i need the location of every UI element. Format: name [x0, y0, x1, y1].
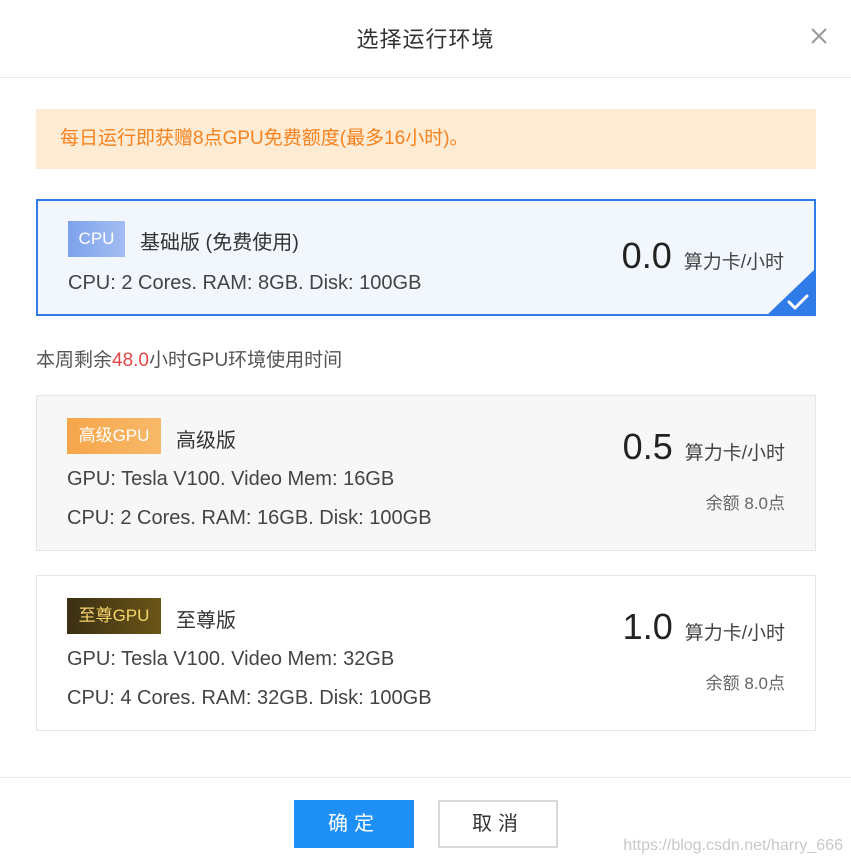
remaining-hours: 48.0: [112, 350, 149, 371]
price-unit: 算力卡/小时: [684, 623, 785, 644]
checkmark-icon: [767, 269, 815, 315]
price: 0.0 算力卡/小时: [622, 235, 784, 277]
spec-line: CPU: 2 Cores. RAM: 16GB. Disk: 100GB: [67, 507, 432, 529]
spec-line: GPU: Tesla V100. Video Mem: 16GB: [67, 468, 395, 490]
badge-cpu: CPU: [68, 221, 125, 257]
close-icon[interactable]: [807, 24, 831, 48]
badge-supreme-gpu: 至尊GPU: [67, 598, 161, 634]
price: 1.0 算力卡/小时: [623, 606, 785, 648]
badge-advanced-gpu: 高级GPU: [67, 418, 161, 454]
price-value: 1.0: [622, 606, 673, 647]
balance-text: 余额 8.0点: [705, 494, 785, 513]
price: 0.5 算力卡/小时: [623, 426, 785, 468]
price-value: 0.5: [622, 426, 673, 467]
option-gpu-advanced[interactable]: 高级GPU 高级版 GPU: Tesla V100. Video Mem: 16…: [36, 395, 816, 551]
price-value: 0.0: [621, 235, 672, 276]
free-quota-notice: 每日运行即获赠8点GPU免费额度(最多16小时)。: [36, 109, 816, 169]
balance-text: 余额 8.0点: [705, 674, 785, 693]
spec-line: CPU: 2 Cores. RAM: 8GB. Disk: 100GB: [68, 272, 422, 294]
option-cpu-basic[interactable]: CPU 基础版 (免费使用) CPU: 2 Cores. RAM: 8GB. D…: [36, 199, 816, 316]
dialog-title: 选择运行环境: [356, 27, 495, 52]
edition-name: 基础版 (免费使用): [140, 232, 299, 254]
spec-line: GPU: Tesla V100. Video Mem: 32GB: [67, 648, 395, 670]
edition-name: 高级版: [176, 430, 236, 452]
cancel-button[interactable]: 取消: [438, 800, 558, 848]
edition-name: 至尊版: [176, 610, 236, 632]
option-gpu-supreme[interactable]: 至尊GPU 至尊版 GPU: Tesla V100. Video Mem: 32…: [36, 575, 816, 731]
footer-divider: [0, 777, 851, 778]
price-unit: 算力卡/小时: [684, 443, 785, 464]
dialog-header: 选择运行环境: [0, 0, 851, 78]
remaining-prefix: 本周剩余: [36, 350, 113, 371]
spec-line: CPU: 4 Cores. RAM: 32GB. Disk: 100GB: [67, 687, 432, 709]
confirm-button[interactable]: 确定: [294, 800, 414, 848]
watermark: https://blog.csdn.net/harry_666: [623, 837, 843, 854]
remaining-suffix: 小时GPU环境使用时间: [149, 350, 343, 371]
remaining-time-text: 本周剩余48.0小时GPU环境使用时间: [36, 345, 342, 372]
